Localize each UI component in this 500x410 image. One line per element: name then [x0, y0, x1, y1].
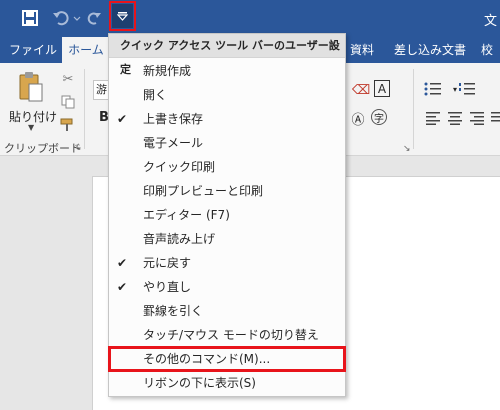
tab-review[interactable]: 校 — [474, 37, 500, 63]
menu-item-open[interactable]: 開く — [109, 83, 345, 107]
character-border-icon[interactable]: A — [374, 80, 390, 97]
menu-item-label: その他のコマンド(M)... — [143, 352, 271, 366]
menu-item-label: やり直し — [143, 280, 192, 294]
numbering-icon[interactable] — [458, 80, 476, 98]
clear-formatting-icon[interactable]: ⌫ — [352, 81, 370, 99]
menu-item-label: クイック印刷 — [143, 160, 216, 174]
menu-item-label: 開く — [143, 88, 168, 102]
menu-item-redo[interactable]: ✔ やり直し — [109, 275, 345, 299]
menu-item-show-below-ribbon[interactable]: リボンの下に表示(S) — [109, 371, 345, 395]
menu-item-label: 電子メール — [143, 136, 204, 150]
menu-item-read-aloud[interactable]: 音声読み上げ — [109, 227, 345, 251]
paste-icon[interactable] — [18, 71, 44, 102]
clipboard-group-label: クリップボード — [4, 142, 81, 155]
menu-item-email[interactable]: 電子メール — [109, 131, 345, 155]
enclosed-character-icon[interactable]: 字 — [371, 109, 387, 125]
paste-caret-icon[interactable]: ▼ — [28, 123, 34, 132]
align-right-icon[interactable] — [468, 109, 486, 127]
checkmark-icon: ✔ — [116, 112, 128, 126]
align-left-icon[interactable] — [424, 109, 442, 127]
menu-item-label: 元に戻す — [143, 256, 192, 270]
menu-item-label: 音声読み上げ — [143, 232, 216, 246]
menu-item-new[interactable]: 新規作成 — [109, 59, 345, 83]
menu-item-label: 新規作成 — [143, 64, 192, 78]
bullets-icon[interactable] — [424, 80, 442, 98]
menu-item-label: 上書き保存 — [143, 112, 204, 126]
tab-mailings[interactable]: 差し込み文書 — [392, 37, 468, 63]
checkmark-icon: ✔ — [116, 256, 128, 270]
align-center-icon[interactable] — [446, 109, 464, 127]
undo-icon[interactable] — [50, 6, 84, 30]
menu-item-touch-mouse-mode[interactable]: タッチ/マウス モードの切り替え — [109, 323, 345, 347]
menu-item-label: 罫線を引く — [143, 304, 204, 318]
menu-item-more-commands[interactable]: その他のコマンド(M)... — [108, 346, 346, 372]
copy-icon[interactable] — [60, 94, 76, 110]
circled-a-icon[interactable]: Ⓐ — [349, 109, 367, 128]
menu-item-print-preview[interactable]: 印刷プレビューと印刷 — [109, 179, 345, 203]
group-divider — [84, 69, 85, 149]
menu-item-label: エディター (F7) — [143, 208, 230, 222]
menu-item-editor[interactable]: エディター (F7) — [109, 203, 345, 227]
tab-file[interactable]: ファイル — [8, 37, 58, 63]
redo-icon[interactable] — [86, 6, 102, 30]
menu-item-label: 印刷プレビューと印刷 — [143, 184, 264, 198]
justify-icon[interactable] — [488, 109, 500, 127]
customize-qat-menu: クイック アクセス ツール バーのユーザー設定 新規作成開く ✔ 上書き保存電子メー… — [108, 33, 346, 397]
menu-item-undo[interactable]: ✔ 元に戻す — [109, 251, 345, 275]
checkmark-icon: ✔ — [116, 280, 128, 294]
save-icon[interactable] — [18, 6, 42, 30]
format-painter-icon[interactable] — [60, 117, 76, 133]
menu-item-save[interactable]: ✔ 上書き保存 — [109, 107, 345, 131]
group-divider — [413, 69, 414, 149]
title-bar: 文 — [0, 0, 500, 37]
menu-item-label: タッチ/マウス モードの切り替え — [143, 328, 319, 342]
menu-item-label: リボンの下に表示(S) — [143, 376, 256, 390]
menu-item-draw-table[interactable]: 罫線を引く — [109, 299, 345, 323]
cut-icon[interactable]: ✂ — [60, 71, 76, 87]
menu-header: クイック アクセス ツール バーのユーザー設定 — [109, 34, 345, 76]
menu-item-quick-print[interactable]: クイック印刷 — [109, 155, 345, 179]
window-title: 文 — [483, 14, 497, 29]
clipboard-launcher-icon[interactable]: ↘ — [74, 143, 82, 153]
customize-dropdown-icon[interactable] — [109, 1, 136, 31]
tab-home[interactable]: ホーム — [62, 37, 110, 63]
font-launcher-icon[interactable]: ↘ — [403, 144, 411, 154]
